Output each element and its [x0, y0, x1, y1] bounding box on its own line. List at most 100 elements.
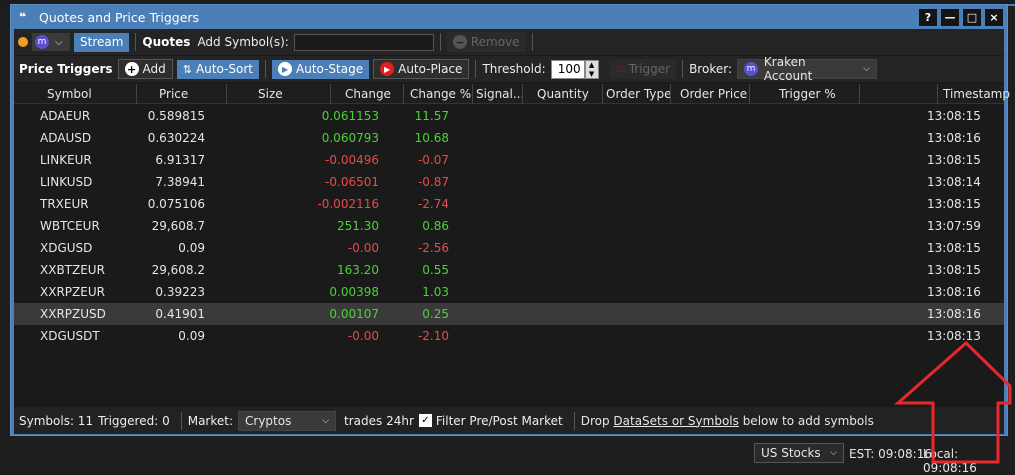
cell-price: 0.075106	[147, 197, 205, 211]
threshold-label: Threshold:	[482, 62, 546, 76]
column-header[interactable]: Order Type	[606, 87, 671, 101]
cell-price: 6.91317	[155, 153, 205, 167]
stream-button[interactable]: Stream	[74, 32, 130, 52]
table-row[interactable]: LINKEUR 6.91317 -0.00496 -0.07 13:08:15	[14, 149, 1004, 171]
trigger-button[interactable]: ≡ Trigger	[608, 59, 677, 79]
table-row[interactable]: XDGUSDT 0.09 -0.00 -2.10 13:08:13	[14, 325, 1004, 347]
table-row[interactable]: XXBTZEUR 29,608.2 163.20 0.55 13:08:15	[14, 259, 1004, 281]
cell-symbol: XDGUSD	[40, 241, 93, 255]
table-row[interactable]: ADAEUR 0.589815 0.061153 11.57 13:08:15	[14, 105, 1004, 127]
cell-symbol: LINKUSD	[40, 175, 93, 189]
broker-select[interactable]: m Kraken Account ⌵	[737, 55, 877, 83]
auto-stage-button[interactable]: ▶ Auto-Stage	[272, 59, 370, 79]
title-bar[interactable]: ❝ Quotes and Price Triggers ? — □ ×	[11, 5, 1007, 29]
add-trigger-button[interactable]: + Add	[117, 59, 173, 79]
symbols-count: Symbols: 11	[19, 413, 94, 428]
column-divider[interactable]	[937, 84, 938, 104]
chevron-down-icon: ⌵	[863, 64, 870, 74]
add-symbols-input[interactable]	[293, 33, 434, 51]
column-divider[interactable]	[226, 84, 227, 104]
trades-label: trades 24hr	[344, 413, 414, 428]
column-divider[interactable]	[136, 84, 137, 104]
column-header[interactable]: Price	[159, 87, 188, 101]
cell-symbol: ADAUSD	[40, 131, 92, 145]
cell-change: 163.20	[337, 263, 379, 277]
spin-down-icon[interactable]: ▼	[586, 70, 598, 79]
cell-change: -0.00	[347, 241, 379, 255]
cell-ts: 13:08:15	[927, 153, 981, 167]
close-button[interactable]: ×	[985, 9, 1003, 26]
remove-button[interactable]: − Remove	[446, 32, 526, 52]
cell-ts: 13:08:16	[927, 307, 981, 321]
column-divider[interactable]	[522, 84, 523, 104]
column-header[interactable]: Symbol	[47, 87, 92, 101]
cell-ts: 13:08:15	[927, 263, 981, 277]
filter-checkbox[interactable]: ✓	[418, 414, 432, 427]
column-divider[interactable]	[859, 84, 860, 104]
column-header[interactable]: Timestamp	[943, 87, 1010, 101]
column-header[interactable]: Change %	[410, 87, 471, 101]
cell-change: -0.06501	[325, 175, 379, 189]
column-divider[interactable]	[670, 84, 671, 104]
column-header[interactable]: Change	[345, 87, 391, 101]
threshold-input[interactable]: 100	[550, 59, 585, 79]
auto-sort-button[interactable]: ⇅ Auto-Sort	[176, 59, 260, 79]
quotes-toolbar: m ⌵ Stream Quotes Add Symbol(s): − Remov…	[14, 29, 1004, 55]
status-dot-icon	[18, 37, 28, 47]
quotes-grid: Symbol Price Size Change Change % Signal... Qu…	[14, 84, 1010, 461]
divider	[682, 60, 684, 78]
minimize-button[interactable]: —	[941, 9, 959, 26]
price-triggers-label: Price Triggers	[19, 62, 113, 76]
cell-change_pct: -2.74	[417, 197, 449, 211]
market-select[interactable]: Cryptos ⌵	[238, 410, 337, 431]
auto-place-button[interactable]: ▶ Auto-Place	[373, 59, 470, 79]
table-row[interactable]: XXRPZEUR 0.39223 0.00398 1.03 13:08:16	[14, 281, 1004, 303]
column-divider[interactable]	[330, 84, 331, 104]
column-divider[interactable]	[749, 84, 750, 104]
cell-price: 29,608.2	[151, 263, 205, 277]
chevron-down-icon: ⌵	[830, 448, 837, 458]
table-row[interactable]: LINKUSD 7.38941 -0.06501 -0.87 13:08:14	[14, 171, 1004, 193]
column-header[interactable]: Trigger %	[779, 87, 836, 101]
cell-price: 0.630224	[147, 131, 205, 145]
drop-hint-post: below to add symbols	[738, 413, 874, 428]
region-select[interactable]: US Stocks ⌵	[754, 443, 844, 463]
sort-icon: ⇅	[182, 62, 192, 76]
column-header[interactable]: Size	[258, 87, 283, 101]
table-row[interactable]: TRXEUR 0.075106 -0.002116 -2.74 13:08:15	[14, 193, 1004, 215]
chevron-down-icon: ⌵	[55, 36, 63, 48]
cell-change_pct: 10.68	[414, 131, 449, 145]
table-row[interactable]: XXRPZUSD 0.41901 0.00107 0.25 13:08:16	[14, 303, 1004, 325]
region-value: US Stocks	[761, 446, 821, 460]
exchange-selector[interactable]: m ⌵	[32, 33, 70, 51]
column-header[interactable]: Quantity	[537, 87, 589, 101]
threshold-spinner[interactable]: ▲ ▼	[584, 59, 599, 79]
table-row[interactable]: XDGUSD 0.09 -0.00 -2.56 13:08:15	[14, 237, 1004, 259]
kraken-icon: m	[35, 35, 49, 49]
table-row[interactable]: ADAUSD 0.630224 0.060793 10.68 13:08:16	[14, 127, 1004, 149]
cell-symbol: XXRPZUSD	[40, 307, 106, 321]
cell-symbol: WBTCEUR	[40, 219, 100, 233]
divider	[135, 33, 137, 51]
cell-change: -0.002116	[317, 197, 379, 211]
auto-place-label: Auto-Place	[398, 62, 463, 76]
column-divider[interactable]	[602, 84, 603, 104]
cell-price: 0.589815	[147, 109, 205, 123]
quotes-window: ❝ Quotes and Price Triggers ? — □ × m ⌵ …	[10, 4, 1010, 461]
column-divider[interactable]	[472, 84, 473, 104]
auto-stage-label: Auto-Stage	[296, 62, 364, 76]
table-row[interactable]: WBTCEUR 29,608.7 251.30 0.86 13:07:59	[14, 215, 1004, 237]
cell-price: 0.39223	[155, 285, 205, 299]
cell-change_pct: 0.86	[422, 219, 449, 233]
drop-hint-link[interactable]: DataSets or Symbols	[613, 414, 738, 428]
cell-ts: 13:07:59	[927, 219, 981, 233]
spin-up-icon[interactable]: ▲	[586, 61, 598, 70]
help-button[interactable]: ?	[919, 9, 937, 26]
maximize-button[interactable]: □	[963, 9, 981, 26]
minimize-icon: —	[944, 11, 956, 24]
triggered-count: Triggered: 0	[98, 413, 170, 428]
column-divider[interactable]	[403, 84, 404, 104]
column-header[interactable]: Signal...	[476, 87, 524, 101]
window-title: Quotes and Price Triggers	[39, 9, 200, 25]
column-header[interactable]: Order Price	[680, 87, 747, 101]
